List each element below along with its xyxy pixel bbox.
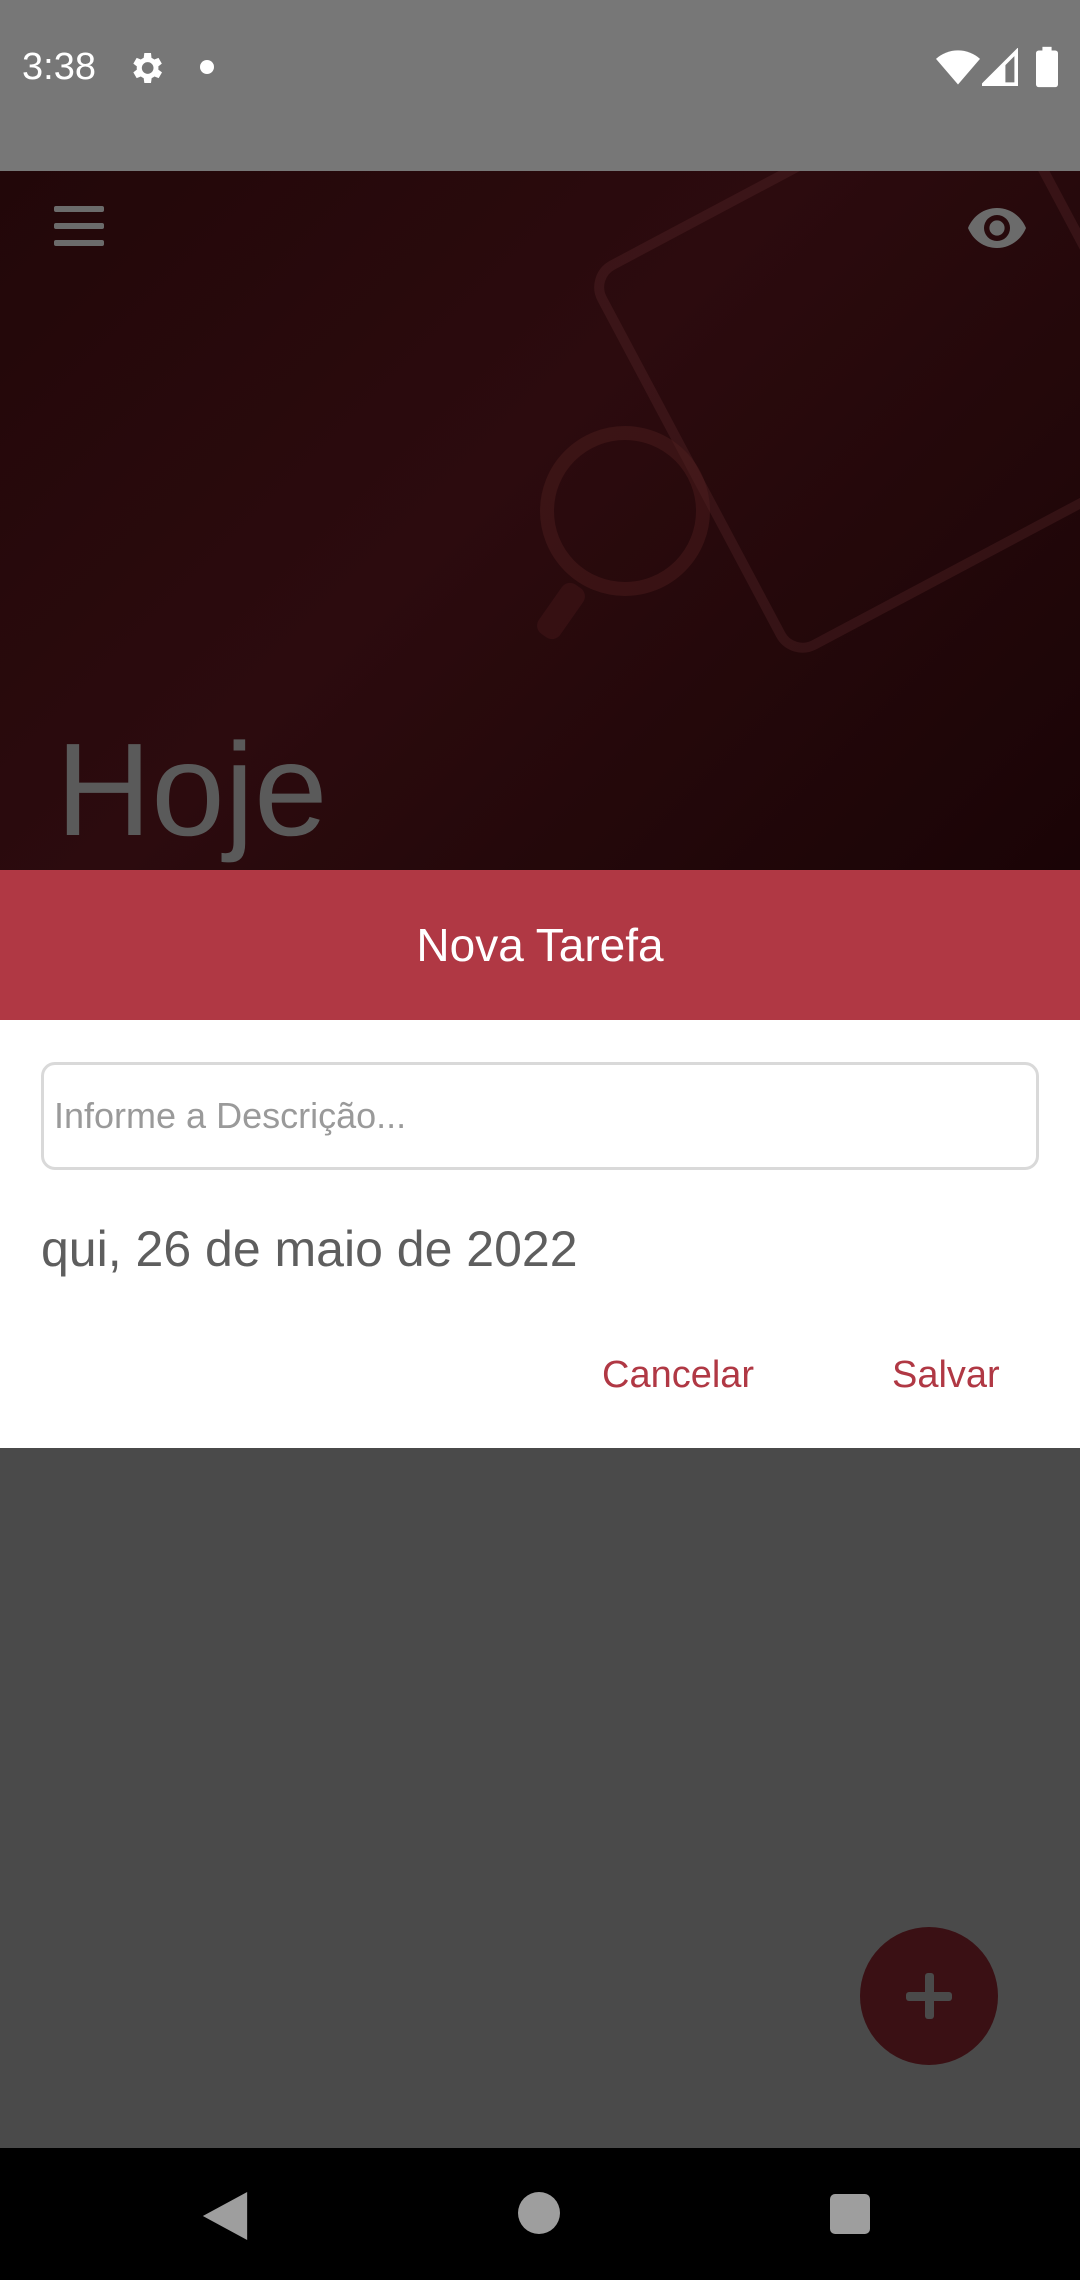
battery-icon — [1036, 46, 1058, 88]
cancel-button[interactable]: Cancelar — [586, 1342, 770, 1409]
eye-icon[interactable] — [968, 208, 1026, 248]
status-time: 3:38 — [22, 46, 96, 88]
dialog-title: Nova Tarefa — [0, 870, 1080, 1020]
gear-icon — [133, 53, 162, 83]
wifi-icon — [936, 50, 980, 85]
notification-dot-icon — [200, 60, 214, 74]
coffee-cup-illustration — [540, 426, 710, 596]
back-icon[interactable] — [202, 2192, 248, 2240]
recents-icon[interactable] — [830, 2194, 870, 2234]
hamburger-menu-icon[interactable] — [54, 206, 104, 250]
plus-icon — [906, 1973, 952, 2019]
cup-handle-illustration — [533, 578, 589, 644]
date-picker-text[interactable]: qui, 26 de maio de 2022 — [41, 1220, 578, 1278]
page-title: Hoje — [56, 716, 328, 863]
dialog-body: qui, 26 de maio de 2022 Cancelar Salvar — [0, 1020, 1080, 1448]
save-button[interactable]: Salvar — [876, 1342, 1016, 1409]
add-task-button[interactable] — [860, 1927, 998, 2065]
home-icon[interactable] — [518, 2192, 560, 2234]
navigation-bar — [0, 2148, 1080, 2280]
description-input[interactable] — [41, 1062, 1039, 1170]
status-bar: 3:38 — [0, 0, 1080, 171]
signal-icon — [982, 48, 1018, 86]
